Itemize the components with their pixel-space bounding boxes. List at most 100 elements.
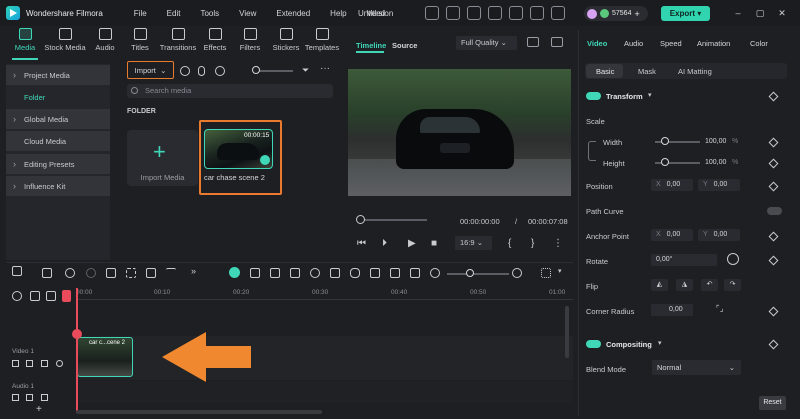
mic-icon[interactable] [350, 268, 360, 278]
close-icon[interactable]: ✕ [777, 8, 787, 18]
split-icon[interactable] [126, 268, 136, 278]
menu-view[interactable]: View [229, 9, 266, 18]
zoom-slider[interactable] [447, 273, 509, 275]
rotate-right-button[interactable]: ↷ [724, 279, 741, 291]
playhead[interactable] [76, 288, 78, 413]
search-input[interactable]: Search media [127, 84, 333, 98]
thumbnail-size-slider[interactable] [255, 70, 293, 72]
sidebar-item-editing-presets[interactable]: Editing Presets [6, 154, 110, 174]
subtab-basic[interactable]: Basic [596, 67, 614, 76]
voiceover-icon[interactable] [215, 66, 225, 76]
tab-source[interactable]: Source [392, 41, 417, 50]
track-link-icon[interactable] [41, 360, 48, 367]
headset-icon[interactable] [530, 6, 544, 20]
rotate-dial-icon[interactable] [727, 253, 739, 265]
compositing-toggle[interactable] [586, 340, 601, 348]
magnet-icon[interactable] [46, 291, 56, 301]
minimize-icon[interactable]: – [733, 8, 743, 18]
playhead-handle[interactable] [72, 329, 82, 339]
tab-speed[interactable]: Speed [660, 39, 682, 48]
more-tools-icon[interactable]: » [191, 266, 196, 276]
previous-frame-icon[interactable]: ⏮ [357, 238, 366, 249]
sidebar-item-global-media[interactable]: Global Media [6, 109, 110, 129]
tab-audio[interactable]: Audio [624, 39, 643, 48]
audio-link-icon[interactable] [41, 394, 48, 401]
tool-filters[interactable]: Filters [236, 28, 264, 52]
tab-video[interactable]: Video [587, 39, 607, 48]
tl-tool-2-icon[interactable] [270, 268, 280, 278]
undo-icon[interactable] [65, 268, 75, 278]
redo-icon[interactable] [86, 268, 96, 278]
sidebar-item-folder[interactable]: Folder [6, 87, 110, 107]
anchor-x-field[interactable]: X 0,00 [651, 229, 693, 241]
quality-select[interactable]: Full Quality ⌄ [456, 36, 517, 50]
save-icon[interactable] [488, 6, 502, 20]
crop-icon[interactable] [146, 268, 156, 278]
tab-color[interactable]: Color [750, 39, 768, 48]
corner-radius-field[interactable]: 0,00 [651, 304, 693, 316]
link-chain-icon[interactable] [30, 291, 40, 301]
speed-icon[interactable] [310, 268, 320, 278]
rotate-left-button[interactable]: ↶ [701, 279, 718, 291]
sidebar-item-influence-kit[interactable]: Influence Kit [6, 176, 110, 196]
link-icon[interactable] [588, 141, 596, 161]
track-visibility-icon[interactable] [56, 360, 63, 367]
microphone-icon[interactable] [198, 66, 205, 76]
width-slider-knob[interactable] [661, 137, 669, 145]
image-icon[interactable] [527, 37, 539, 47]
thumbnail-size-knob[interactable] [252, 66, 260, 74]
ai-copilot-icon[interactable] [229, 267, 240, 278]
vertical-scrollbar[interactable] [565, 306, 569, 358]
rotate-field[interactable]: 0,00° [651, 254, 717, 266]
video-track[interactable] [76, 336, 573, 380]
tl-tool-1-icon[interactable] [250, 268, 260, 278]
height-value[interactable]: 100,00 [705, 159, 726, 166]
corner-icon[interactable]: ⌜⌟ [716, 304, 724, 313]
tool-transitions[interactable]: Transitions [158, 28, 198, 52]
tool-stock-media[interactable]: Stock Media [42, 28, 88, 52]
preview-scrubber[interactable] [357, 219, 427, 221]
tool-titles[interactable]: Titles [124, 28, 156, 52]
audio-mute-icon[interactable] [26, 394, 33, 401]
subtab-mask[interactable]: Mask [638, 67, 656, 76]
dropdown-caret-icon[interactable]: ▾ [558, 267, 562, 275]
more-options-icon[interactable]: ⋮ [553, 238, 563, 249]
avatar[interactable] [587, 8, 597, 19]
layout-grid-icon[interactable] [12, 266, 22, 276]
tl-tool-3-icon[interactable] [290, 268, 300, 278]
tool-media[interactable]: Media [8, 28, 42, 52]
position-x-field[interactable]: X 0,00 [651, 179, 693, 191]
menu-extended[interactable]: Extended [266, 9, 320, 18]
gift-icon[interactable] [425, 6, 439, 20]
record-icon[interactable] [180, 66, 190, 76]
maximize-icon[interactable]: ▢ [755, 8, 765, 18]
play-icon[interactable]: ▶ [408, 238, 416, 249]
zoom-slider-knob[interactable] [466, 269, 474, 277]
subtab-ai-matting[interactable]: AI Matting [678, 67, 712, 76]
aspect-ratio-select[interactable]: 16:9 ⌄ [455, 236, 492, 250]
track-lock-icon[interactable] [12, 360, 19, 367]
grid-view-icon[interactable] [541, 268, 551, 278]
filter-icon[interactable]: ⏷ [302, 65, 309, 76]
tool-effects[interactable]: Effects [200, 28, 230, 52]
tool-audio[interactable]: Audio [90, 28, 120, 52]
horizontal-scrollbar[interactable] [76, 410, 322, 414]
anchor-y-field[interactable]: Y 0,00 [698, 229, 740, 241]
select-cursor-icon[interactable] [42, 268, 52, 278]
stop-icon[interactable]: ■ [431, 238, 437, 249]
credits-badge[interactable]: 57564 + [584, 6, 648, 21]
tool-templates[interactable]: Templates [302, 28, 342, 52]
tl-tool-5-icon[interactable] [390, 268, 400, 278]
lightbulb-icon[interactable] [467, 6, 481, 20]
scrubber-knob[interactable] [356, 215, 365, 224]
menu-edit[interactable]: Edit [157, 9, 191, 18]
grid-icon[interactable] [551, 6, 565, 20]
mark-in-icon[interactable]: { [508, 238, 511, 249]
import-button[interactable]: Import ⌄ [127, 61, 174, 79]
export-button[interactable]: Export ▾ [661, 6, 710, 21]
flip-horizontal-button[interactable]: ◭ [651, 279, 668, 291]
tool-stickers[interactable]: Stickers [270, 28, 302, 52]
cloud-icon[interactable] [509, 6, 523, 20]
audio-track[interactable] [76, 381, 573, 403]
position-y-field[interactable]: Y 0,00 [698, 179, 740, 191]
